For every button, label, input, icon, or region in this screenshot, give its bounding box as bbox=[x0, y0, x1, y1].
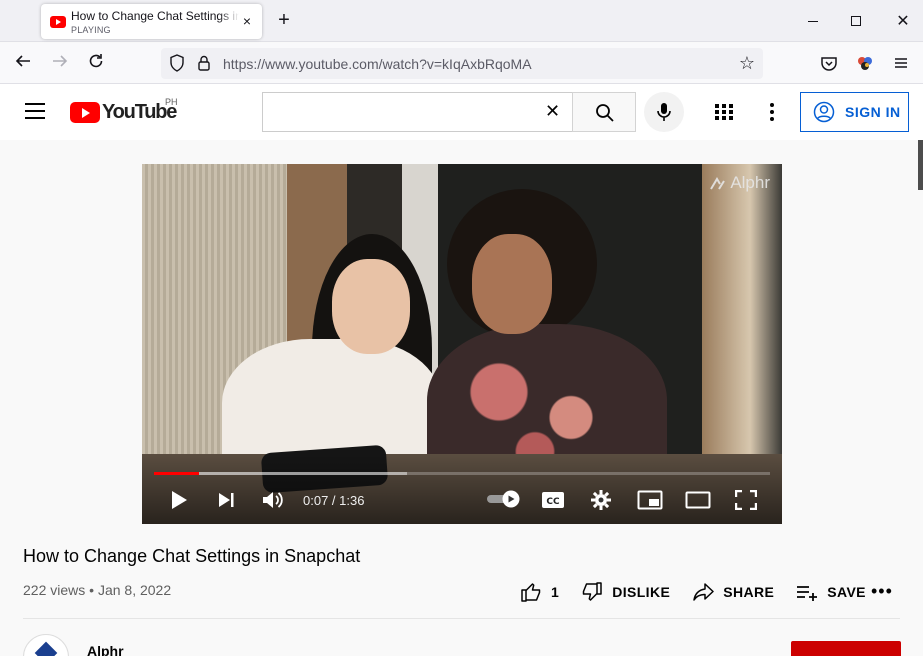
sign-in-button[interactable]: SIGN IN bbox=[800, 92, 909, 132]
extension-icon[interactable] bbox=[856, 54, 874, 72]
search-input[interactable] bbox=[262, 92, 573, 132]
video-player[interactable]: Alphr 0:07 / 1:36 CC bbox=[142, 164, 782, 524]
youtube-play-logo-icon bbox=[70, 101, 100, 123]
fullscreen-icon bbox=[735, 490, 757, 510]
play-icon bbox=[172, 491, 187, 509]
new-tab-icon[interactable]: + bbox=[275, 10, 293, 30]
next-track-icon bbox=[219, 493, 234, 507]
account-circle-icon bbox=[813, 101, 835, 123]
autoplay-toggle-icon bbox=[487, 490, 520, 508]
search-bar: ✕ bbox=[262, 92, 636, 132]
like-count: 1 bbox=[551, 584, 560, 600]
search-button[interactable] bbox=[572, 92, 636, 132]
pocket-icon[interactable] bbox=[820, 54, 838, 72]
page-scrollbar[interactable] bbox=[918, 140, 923, 190]
volume-icon bbox=[263, 492, 283, 508]
video-person-left-face bbox=[332, 259, 410, 354]
gear-icon bbox=[591, 490, 611, 510]
next-button[interactable] bbox=[213, 486, 239, 514]
video-watermark: Alphr bbox=[710, 173, 770, 193]
theater-mode-button[interactable] bbox=[683, 486, 713, 514]
voice-search-button[interactable] bbox=[644, 92, 684, 132]
miniplayer-icon bbox=[637, 490, 663, 510]
window-minimize-button[interactable] bbox=[790, 0, 836, 42]
search-icon bbox=[596, 104, 614, 122]
watermark-text: Alphr bbox=[730, 173, 770, 192]
reload-icon bbox=[89, 54, 103, 68]
time-display: 0:07 / 1:36 bbox=[303, 493, 365, 508]
youtube-logo[interactable]: YouTube PH bbox=[70, 97, 178, 123]
video-actions: 1 DISLIKE SHARE SAVE bbox=[520, 578, 888, 606]
save-button[interactable]: SAVE bbox=[796, 581, 866, 603]
like-button[interactable]: 1 bbox=[520, 581, 559, 603]
url-text[interactable]: https://www.youtube.com/watch?v=kIqAxbRq… bbox=[223, 56, 532, 72]
bookmark-star-icon[interactable]: ☆ bbox=[739, 53, 755, 73]
dislike-button[interactable]: DISLIKE bbox=[581, 581, 670, 603]
window-close-button[interactable]: ✕ bbox=[880, 0, 923, 42]
apps-grid-icon[interactable] bbox=[714, 103, 734, 121]
save-label: SAVE bbox=[827, 584, 866, 600]
hamburger-menu-icon[interactable] bbox=[25, 103, 45, 119]
tab-title: How to Change Chat Settings in Snapchat bbox=[71, 9, 239, 23]
upload-date: Jan 8, 2022 bbox=[97, 582, 172, 598]
video-person-right-face bbox=[472, 234, 552, 334]
closed-captions-icon: CC bbox=[542, 492, 564, 508]
progress-bar[interactable] bbox=[154, 472, 770, 475]
address-bar[interactable]: https://www.youtube.com/watch?v=kIqAxbRq… bbox=[161, 48, 763, 79]
miniplayer-button[interactable] bbox=[636, 486, 664, 514]
video-meta: 222 views • Jan 8, 2022 bbox=[23, 582, 171, 598]
back-arrow-icon bbox=[15, 55, 30, 67]
video-title: How to Change Chat Settings in Snapchat bbox=[23, 546, 361, 566]
browser-tab[interactable]: How to Change Chat Settings in Snapchat … bbox=[41, 4, 262, 39]
autoplay-toggle[interactable] bbox=[486, 490, 522, 508]
subtitles-button[interactable]: CC bbox=[540, 486, 566, 514]
browser-tab-bar: How to Change Chat Settings in Snapchat … bbox=[0, 0, 923, 42]
fullscreen-button[interactable] bbox=[732, 486, 760, 514]
meta-separator: • bbox=[89, 582, 95, 598]
volume-button[interactable] bbox=[259, 486, 287, 514]
playlist-add-icon bbox=[797, 586, 818, 601]
sign-in-label: SIGN IN bbox=[845, 104, 901, 120]
alphr-logo-icon bbox=[710, 177, 726, 190]
browser-nav-bar: https://www.youtube.com/watch?v=kIqAxbRq… bbox=[0, 43, 923, 84]
microphone-icon bbox=[657, 103, 671, 121]
play-button[interactable] bbox=[165, 486, 193, 514]
reload-button[interactable] bbox=[84, 52, 108, 76]
channel-name[interactable]: Alphr bbox=[87, 643, 124, 656]
lock-icon[interactable] bbox=[196, 54, 212, 72]
minimize-icon bbox=[808, 20, 818, 22]
progress-played bbox=[154, 472, 199, 475]
browser-menu-icon[interactable] bbox=[892, 54, 910, 72]
share-label: SHARE bbox=[723, 584, 775, 600]
country-code: PH bbox=[165, 97, 178, 107]
share-arrow-icon bbox=[693, 583, 714, 601]
tab-close-icon[interactable]: × bbox=[240, 14, 254, 28]
svg-text:CC: CC bbox=[546, 497, 560, 507]
tab-status: PLAYING bbox=[71, 25, 111, 35]
window-maximize-button[interactable] bbox=[833, 0, 879, 42]
channel-avatar[interactable] bbox=[23, 634, 69, 656]
forward-arrow-icon bbox=[53, 55, 68, 67]
forward-button[interactable] bbox=[48, 52, 72, 76]
thumbs-down-icon bbox=[582, 582, 602, 601]
settings-button[interactable] bbox=[588, 486, 614, 514]
clear-search-icon[interactable]: ✕ bbox=[545, 101, 560, 121]
more-actions-icon[interactable]: ••• bbox=[871, 582, 892, 602]
maximize-icon bbox=[851, 16, 861, 26]
thumbs-up-icon bbox=[521, 583, 541, 602]
theater-mode-icon bbox=[685, 491, 711, 509]
tracking-shield-icon[interactable] bbox=[169, 54, 185, 72]
youtube-header: YouTube PH ✕ SIGN IN bbox=[0, 84, 923, 140]
close-icon: ✕ bbox=[896, 13, 910, 30]
back-button[interactable] bbox=[11, 52, 35, 76]
settings-more-icon[interactable] bbox=[768, 102, 776, 122]
youtube-favicon-icon bbox=[50, 16, 66, 28]
section-divider bbox=[23, 618, 900, 619]
subscribe-button[interactable] bbox=[791, 641, 901, 656]
dislike-label: DISLIKE bbox=[612, 584, 671, 600]
view-count: 222 views bbox=[23, 582, 86, 598]
share-button[interactable]: SHARE bbox=[692, 581, 774, 603]
